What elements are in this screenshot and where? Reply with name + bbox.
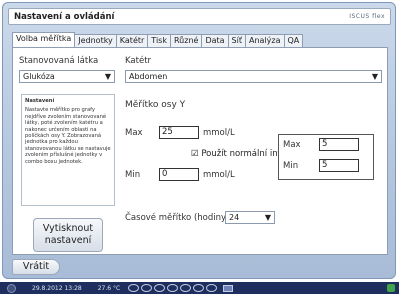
tab-data[interactable]: Data: [201, 34, 229, 47]
dropdown-arrow-icon: ▼: [264, 213, 271, 222]
normal-interval-box: Max 5 Min 5: [278, 134, 374, 180]
slot-icon: [180, 284, 192, 292]
status-temperature: 27.6 °C: [97, 284, 121, 292]
y-min-input[interactable]: 0: [159, 168, 199, 181]
catheter-value: Abdomen: [129, 72, 168, 81]
normal-min-label: Min: [283, 161, 299, 171]
tab-print[interactable]: Tisk: [147, 34, 171, 47]
title-bar: Nastavení a ovládání ISCUS flex: [8, 8, 391, 25]
y-max-unit: mmol/L: [203, 128, 235, 138]
print-button-line2: nastavení: [44, 235, 92, 246]
y-max-input[interactable]: 25: [159, 126, 199, 139]
analyte-value: Glukóza: [23, 72, 55, 81]
status-bar: 29.8.2012 13:28 27.6 °C: [0, 282, 399, 294]
y-min-label: Min: [125, 170, 141, 180]
slot-icon: [154, 284, 166, 292]
status-indicator-icon: [387, 284, 395, 292]
back-button[interactable]: Vrátit: [12, 259, 60, 275]
catheter-label: Katétr: [125, 56, 152, 66]
tab-scale[interactable]: Volba měřítka: [12, 32, 76, 47]
y-max-label: Max: [125, 128, 143, 138]
tab-catheter[interactable]: Katétr: [115, 34, 149, 47]
info-heading: Nastavení: [25, 98, 55, 104]
print-settings-button[interactable]: Vytisknout nastavení: [33, 218, 103, 252]
sample-slots: [128, 284, 218, 292]
status-datetime: 29.8.2012 13:28: [32, 284, 82, 292]
time-scale-select[interactable]: 24 ▼: [225, 211, 275, 224]
tab-network[interactable]: Síť: [227, 34, 246, 47]
y-axis-heading: Měřítko osy Y: [125, 100, 186, 110]
normal-max-label: Max: [283, 140, 301, 150]
flag-icon: [223, 284, 234, 292]
catheter-select[interactable]: Abdomen ▼: [125, 70, 382, 83]
window-title: Nastavení a ovládání: [14, 11, 115, 22]
tab-analysis[interactable]: Analýza: [244, 34, 285, 47]
power-icon[interactable]: [7, 283, 16, 293]
checkbox-checked-icon: ☑: [191, 149, 199, 159]
slot-icon: [128, 284, 140, 292]
normal-min-input[interactable]: 5: [319, 159, 359, 172]
tab-misc[interactable]: Různé: [169, 34, 203, 47]
slot-icon: [193, 284, 205, 292]
print-button-line1: Vytisknout: [42, 223, 94, 234]
normal-max-input[interactable]: 5: [319, 138, 359, 151]
dropdown-arrow-icon: ▼: [104, 72, 111, 81]
dropdown-arrow-icon: ▼: [371, 72, 378, 81]
tab-qa[interactable]: QA: [283, 34, 304, 47]
analyte-label: Stanovovaná látka: [19, 56, 99, 66]
time-scale-label: Časové měřítko (hodiny): [125, 213, 230, 223]
tab-bar: Volba měřítka Jednotky Katétr Tisk Různé…: [12, 32, 304, 47]
slot-icon: [141, 284, 153, 292]
analyte-select[interactable]: Glukóza ▼: [19, 70, 115, 83]
info-text: Nastavte měřítko pro grafy nejdříve zvol…: [25, 107, 111, 165]
tab-units[interactable]: Jednotky: [74, 34, 117, 47]
slot-icon: [206, 284, 218, 292]
info-box: Nastavení Nastavte měřítko pro grafy nej…: [21, 94, 115, 206]
time-scale-value: 24: [229, 213, 240, 222]
slot-icon: [167, 284, 179, 292]
y-min-unit: mmol/L: [203, 170, 235, 180]
brand-logo: ISCUS flex: [349, 13, 385, 20]
